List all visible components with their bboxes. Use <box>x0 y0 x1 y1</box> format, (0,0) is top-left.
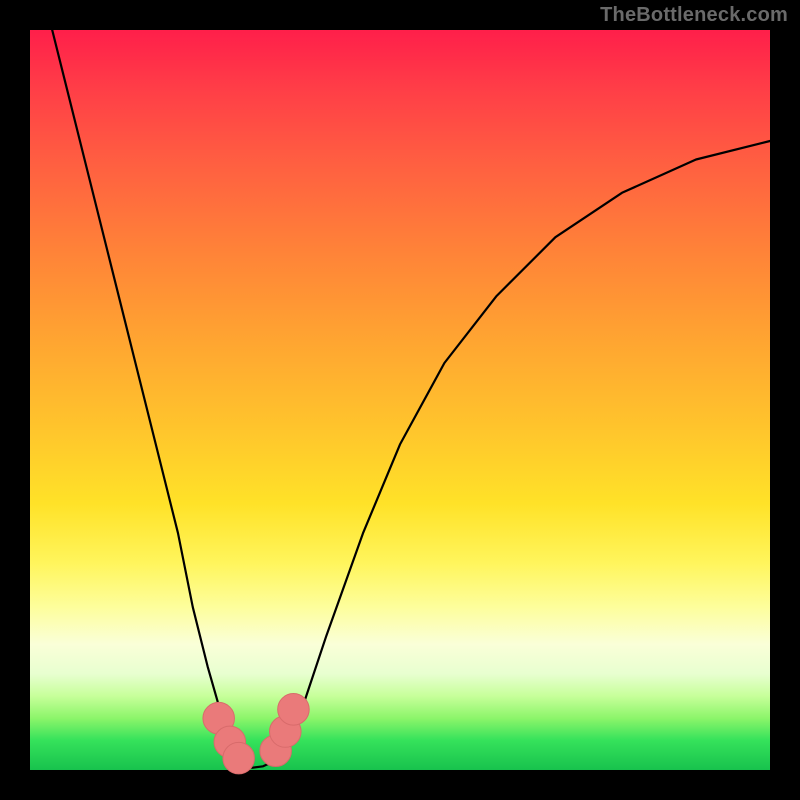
curve-marker <box>278 694 310 726</box>
marker-group <box>203 694 309 774</box>
plot-area <box>30 30 770 770</box>
watermark-text: TheBottleneck.com <box>600 4 788 27</box>
bottleneck-curve <box>52 30 770 768</box>
curve-marker <box>223 742 255 774</box>
curve-layer <box>30 30 770 770</box>
chart-stage: TheBottleneck.com <box>0 0 800 800</box>
